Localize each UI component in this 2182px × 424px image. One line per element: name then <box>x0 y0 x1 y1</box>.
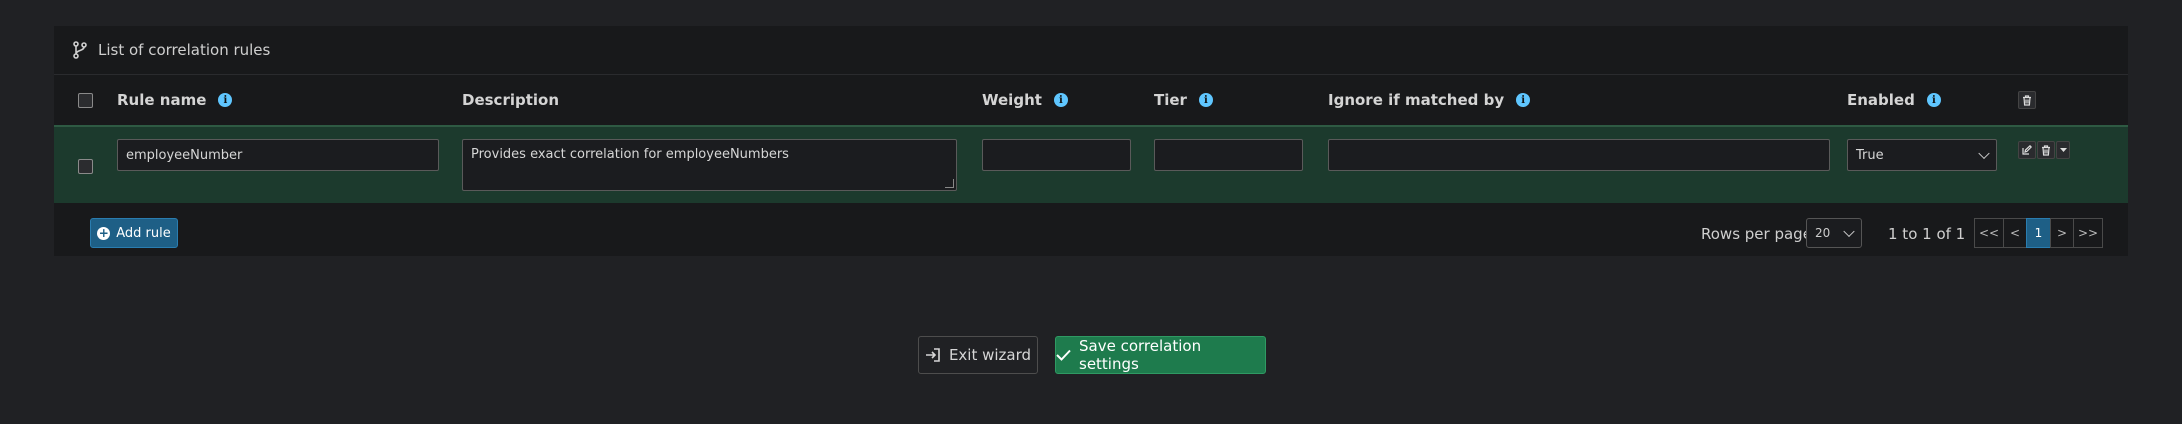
correlation-rules-card: List of correlation rules Rule name i De… <box>54 26 2128 256</box>
branch-icon <box>72 41 90 59</box>
page-1-button[interactable]: 1 <box>2026 218 2051 248</box>
info-icon[interactable]: i <box>1516 93 1531 107</box>
column-label: Ignore if matched by <box>1328 91 1505 109</box>
resize-handle[interactable] <box>945 179 954 188</box>
column-label: Weight <box>982 91 1042 109</box>
description-textarea[interactable]: Provides exact correlation for employeeN… <box>462 139 957 191</box>
column-ignore-if-matched-by: Ignore if matched by i <box>1328 75 1531 125</box>
info-icon[interactable]: i <box>1198 93 1213 107</box>
description-text: Provides exact correlation for employeeN… <box>471 147 789 162</box>
edit-row-button[interactable] <box>2018 141 2036 159</box>
check-icon <box>1056 349 1071 361</box>
exit-wizard-button[interactable]: Exit wizard <box>918 336 1038 374</box>
save-correlation-settings-button[interactable]: Save correlation settings <box>1055 336 1266 374</box>
plus-circle-icon: + <box>97 226 111 240</box>
save-label: Save correlation settings <box>1079 337 1202 373</box>
card-title: List of correlation rules <box>98 41 271 59</box>
chevron-down-icon <box>1843 225 1855 238</box>
info-icon[interactable]: i <box>1926 93 1941 107</box>
add-rule-label: Add rule <box>116 225 171 241</box>
column-enabled: Enabled i <box>1847 75 1941 125</box>
tier-input[interactable] <box>1154 139 1303 171</box>
edit-icon <box>2022 145 2032 155</box>
prev-page-button[interactable]: < <box>2003 218 2027 248</box>
ignore-if-matched-by-input[interactable] <box>1328 139 1830 171</box>
pagination: << < 1 > >> <box>1974 218 2103 248</box>
delete-selected-button[interactable] <box>2018 91 2036 109</box>
table-header: Rule name i Description Weight i Tier i … <box>54 75 2128 127</box>
column-label: Tier <box>1154 91 1187 109</box>
rows-per-page-select[interactable]: 20 <box>1806 218 1862 248</box>
row-actions-dropdown[interactable] <box>2056 141 2070 159</box>
enabled-select[interactable]: True <box>1847 139 1997 171</box>
column-description: Description <box>462 75 559 125</box>
trash-icon <box>2023 94 2031 106</box>
table-row: employeeNumber Provides exact correlatio… <box>54 127 2128 203</box>
card-header: List of correlation rules <box>54 26 2128 75</box>
column-label: Enabled <box>1847 91 1915 109</box>
delete-row-button[interactable] <box>2037 141 2055 159</box>
rows-per-page-label: Rows per page <box>1701 225 1812 243</box>
pagination-range: 1 to 1 of 1 <box>1888 225 1966 243</box>
select-all-checkbox[interactable] <box>78 93 93 108</box>
column-rule-name: Rule name i <box>117 75 233 125</box>
rule-name-input[interactable]: employeeNumber <box>117 139 439 171</box>
exit-wizard-label: Exit wizard <box>948 346 1032 364</box>
add-rule-button[interactable]: + Add rule <box>90 218 178 248</box>
chevron-down-icon <box>1978 147 1990 160</box>
sign-in-icon <box>925 347 941 363</box>
first-page-button[interactable]: << <box>1974 218 2004 248</box>
trash-icon <box>2042 144 2050 156</box>
last-page-button[interactable]: >> <box>2073 218 2103 248</box>
row-checkbox[interactable] <box>78 159 93 174</box>
column-label: Description <box>462 91 560 109</box>
table-footer: + Add rule Rows per page 20 1 to 1 of 1 … <box>54 203 2128 257</box>
next-page-button[interactable]: > <box>2050 218 2074 248</box>
column-tier: Tier i <box>1154 75 1213 125</box>
info-icon[interactable]: i <box>218 93 233 107</box>
column-weight: Weight i <box>982 75 1068 125</box>
rows-per-page-value: 20 <box>1815 226 1831 240</box>
column-label: Rule name <box>117 91 207 109</box>
caret-down-icon <box>2059 147 2067 152</box>
info-icon[interactable]: i <box>1053 93 1068 107</box>
weight-input[interactable] <box>982 139 1131 171</box>
enabled-value: True <box>1856 147 1884 163</box>
